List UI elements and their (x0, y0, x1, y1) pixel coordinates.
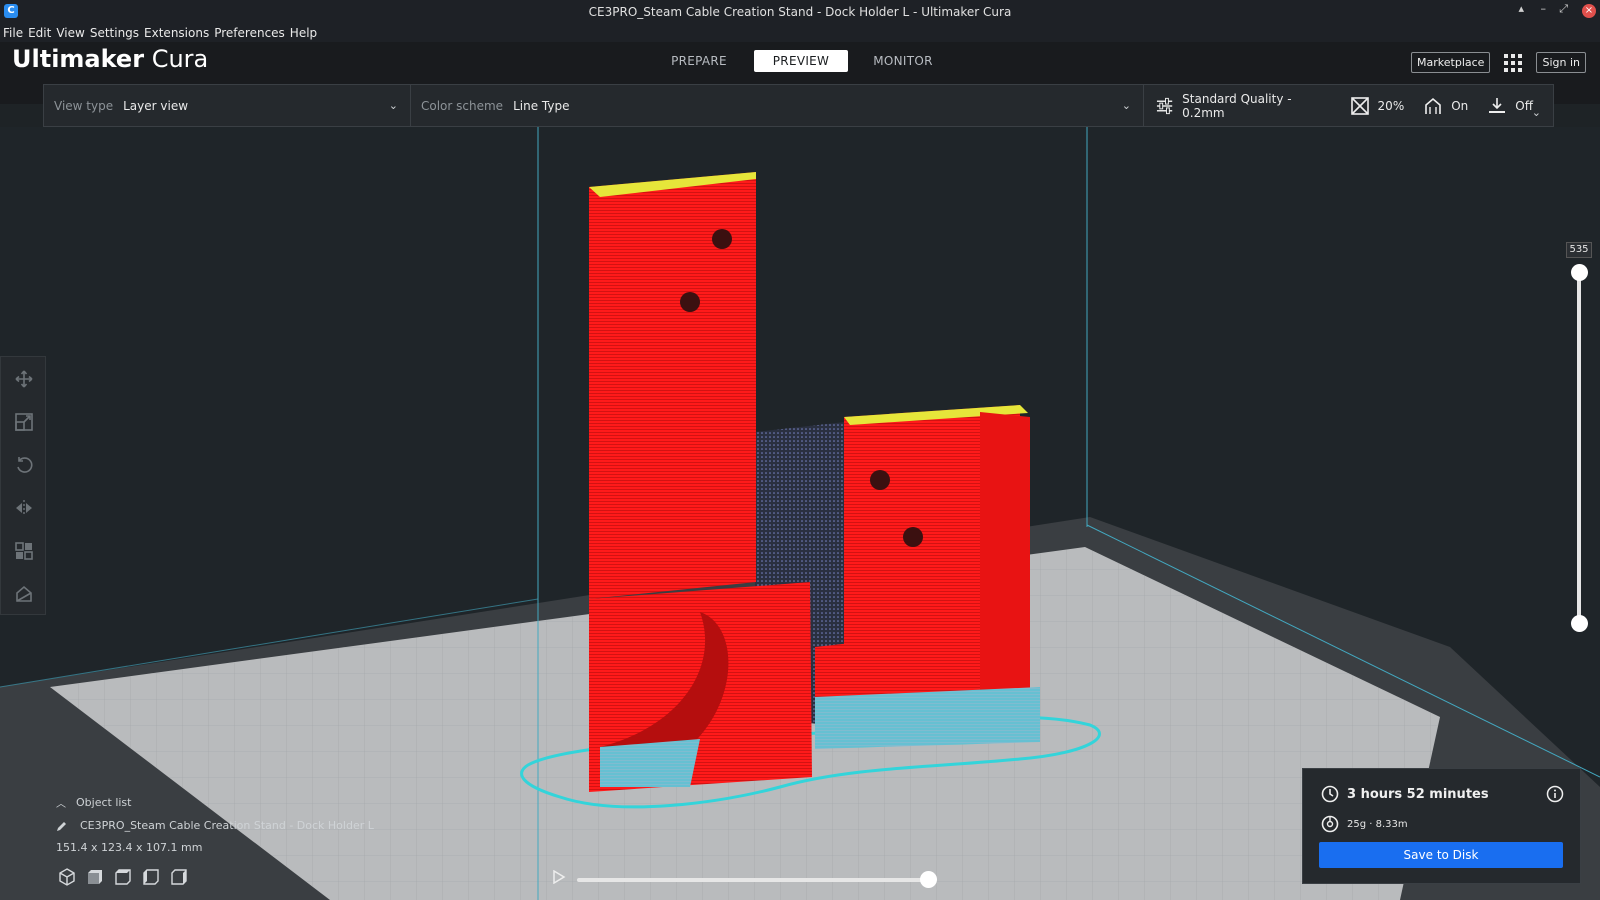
window-title: CE3PRO_Steam Cable Creation Stand - Dock… (588, 4, 1012, 19)
move-tool[interactable] (1, 357, 47, 400)
menu-preferences[interactable]: Preferences (214, 26, 285, 40)
object-list-toggle[interactable]: ︿ Object list (56, 795, 374, 810)
simulation-play-button[interactable] (552, 870, 566, 884)
path-slider-handle[interactable] (920, 871, 937, 888)
info-button[interactable] (1546, 785, 1564, 807)
mirror-tool[interactable] (1, 486, 47, 529)
sliders-icon (1156, 97, 1173, 114)
screw-hole (712, 229, 732, 249)
pencil-icon (57, 821, 66, 831)
print-time: 3 hours 52 minutes (1321, 785, 1489, 803)
quality-value: Standard Quality - 0.2mm (1182, 91, 1292, 120)
per-model-settings-icon (15, 541, 33, 560)
info-icon (1546, 785, 1564, 803)
view-type-label: View type (54, 98, 114, 113)
print-settings-summary[interactable]: Standard Quality - 0.2mm 20% On Off ⌄ (1144, 92, 1553, 120)
left-view-icon[interactable] (142, 868, 160, 886)
print-information-panel: 3 hours 52 minutes 25g · 8.33m Save to D… (1302, 768, 1581, 884)
tab-preview[interactable]: PREVIEW (754, 50, 848, 72)
rotate-icon (17, 456, 33, 473)
infill-icon (1350, 96, 1369, 115)
marketplace-button[interactable]: Marketplace (1411, 52, 1491, 73)
move-icon (15, 369, 33, 388)
menu-view[interactable]: View (56, 26, 84, 40)
scale-icon (15, 412, 33, 431)
adhesion-value: Off (1515, 98, 1533, 113)
window-titlebar: C CE3PRO_Steam Cable Creation Stand - Do… (0, 0, 1600, 23)
color-scheme-label: Color scheme (421, 98, 504, 113)
object-dimensions: 151.4 x 123.4 x 107.1 mm (56, 841, 203, 854)
tab-monitor[interactable]: MONITOR (856, 50, 950, 72)
view-type-value: Layer view (123, 98, 189, 113)
brand-logo: Ultimaker Cura (12, 45, 208, 73)
minimize-icon[interactable]: – (1541, 2, 1547, 15)
scale-tool[interactable] (1, 400, 47, 443)
clock-icon (1321, 785, 1339, 803)
save-to-disk-button[interactable]: Save to Disk (1319, 842, 1563, 868)
keep-above-icon[interactable]: ▴ (1518, 2, 1524, 15)
path-slider-track[interactable] (577, 878, 929, 882)
layer-slider-upper-handle[interactable] (1571, 264, 1588, 281)
right-view-icon[interactable] (170, 868, 188, 886)
adhesion-setting[interactable]: Off (1488, 97, 1533, 115)
object-list-item[interactable]: CE3PRO_Steam Cable Creation Stand - Dock… (56, 819, 374, 832)
rotate-tool[interactable] (1, 443, 47, 486)
play-icon (553, 870, 566, 884)
menu-edit[interactable]: Edit (28, 26, 51, 40)
chevron-up-icon: ︿ (56, 799, 66, 810)
tool-panel (0, 356, 46, 615)
sign-in-button[interactable]: Sign in (1536, 52, 1586, 73)
support-blocker-icon (16, 585, 32, 602)
color-scheme-dropdown[interactable]: Color scheme Line Type ⌄ (411, 85, 1144, 126)
infill-setting[interactable]: 20% (1350, 96, 1405, 115)
material-value: 25g · 8.33m (1347, 818, 1408, 830)
top-view-icon[interactable] (114, 868, 132, 886)
view-settings-toolbar: View type Layer view ⌄ Color scheme Line… (43, 84, 1554, 127)
apps-grid-icon[interactable] (1504, 53, 1523, 72)
object-name: CE3PRO_Steam Cable Creation Stand - Dock… (80, 819, 374, 832)
layer-slider-lower-handle[interactable] (1571, 615, 1588, 632)
print-time-value: 3 hours 52 minutes (1347, 786, 1489, 802)
front-view-icon[interactable] (86, 868, 104, 886)
close-icon[interactable]: × (1582, 4, 1596, 18)
support-blocker-tool[interactable] (1, 572, 47, 615)
maximize-icon[interactable]: ⤢ (1559, 2, 1568, 16)
color-scheme-value: Line Type (513, 98, 570, 113)
spool-icon (1321, 815, 1339, 833)
layer-slider-track[interactable] (1577, 270, 1581, 622)
stage-tabs: PREPARE PREVIEW MONITOR (652, 50, 958, 72)
chevron-down-icon: ⌄ (1121, 99, 1131, 112)
per-model-settings-tool[interactable] (1, 529, 47, 572)
support-icon (1425, 97, 1442, 114)
support-value: On (1451, 98, 1469, 113)
3d-view-icon[interactable] (58, 868, 76, 886)
camera-view-buttons (58, 868, 198, 886)
menu-file[interactable]: File (3, 26, 23, 40)
layer-number-badge[interactable]: 535 (1566, 242, 1592, 258)
menu-extensions[interactable]: Extensions (144, 26, 209, 40)
header-right: Marketplace Sign in (1411, 52, 1586, 73)
cura-app-icon: C (4, 4, 18, 18)
object-list-header: Object list (76, 796, 132, 809)
quality-setting[interactable]: Standard Quality - 0.2mm (1156, 92, 1331, 120)
view-type-dropdown[interactable]: View type Layer view ⌄ (44, 85, 411, 126)
menu-help[interactable]: Help (290, 26, 317, 40)
mirror-icon (16, 499, 32, 516)
chevron-down-icon[interactable]: ⌄ (1532, 106, 1541, 119)
menu-settings[interactable]: Settings (90, 26, 139, 40)
object-list-panel: ︿ Object list CE3PRO_Steam Cable Creatio… (56, 795, 374, 863)
tab-prepare[interactable]: PREPARE (652, 50, 746, 72)
menubar: File Edit View Settings Extensions Prefe… (0, 23, 1600, 42)
brand-name-bold: Ultimaker (12, 45, 145, 73)
support-setting[interactable]: On (1424, 97, 1468, 115)
brand-name-light: Cura (151, 45, 209, 73)
infill-value: 20% (1377, 98, 1405, 113)
adhesion-icon (1489, 97, 1506, 113)
chevron-down-icon: ⌄ (388, 99, 398, 112)
material-usage: 25g · 8.33m (1321, 815, 1408, 833)
